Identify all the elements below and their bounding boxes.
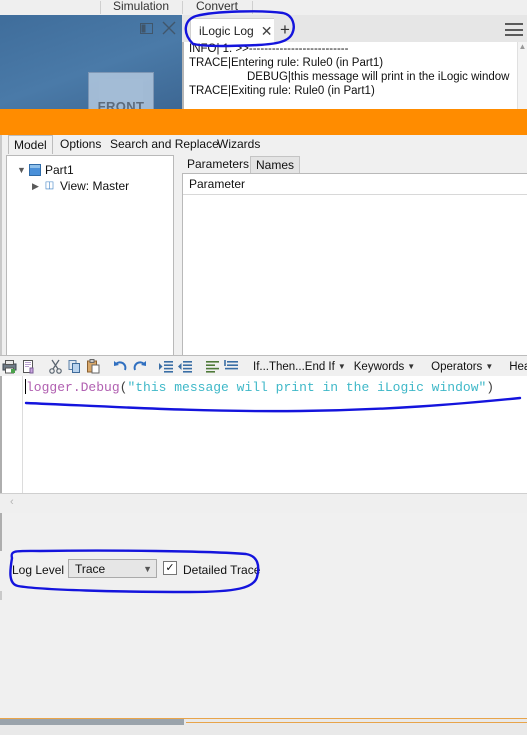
indent-icon[interactable] <box>158 358 175 375</box>
chevron-down-icon[interactable]: ▼ <box>143 564 152 574</box>
hamburger-menu-icon[interactable] <box>505 23 523 36</box>
chevron-down-icon[interactable]: ▼ <box>407 362 415 371</box>
log-level-label: Log Level <box>12 563 64 577</box>
scroll-up-arrow[interactable]: ▲ <box>518 42 527 52</box>
dialog-tab-strip: Model Options Search and Replace Wizards <box>0 135 527 154</box>
tree-item-label: Part1 <box>45 163 74 177</box>
editor-gutter <box>2 376 23 493</box>
split-view-icon[interactable] <box>140 22 153 38</box>
detailed-trace-label: Detailed Trace <box>183 563 260 577</box>
cut-icon[interactable] <box>47 358 64 375</box>
if-then-end-if-button[interactable]: If...Then...End If ▼ <box>249 361 350 373</box>
ribbon-tab-strip: Simulation Convert <box>0 0 527 15</box>
bottom-strip-right <box>186 722 527 723</box>
log-line: TRACE|Exiting rule: Rule0 (in Part1) <box>184 84 527 98</box>
tab-options[interactable]: Options <box>55 136 106 154</box>
keywords-button[interactable]: Keywords ▼ <box>350 361 419 373</box>
log-level-dropdown[interactable]: Trace ▼ <box>68 559 157 578</box>
header-label: Header... <box>509 361 527 373</box>
bottom-strip <box>0 719 527 735</box>
tree-item-part1[interactable]: ▼ Part1 <box>7 162 173 178</box>
chevron-down-icon[interactable]: ▼ <box>485 362 493 371</box>
tab-wizards[interactable]: Wizards <box>212 136 265 154</box>
editor-toolbar: If...Then...End If ▼ Keywords ▼ Operator… <box>0 355 527 378</box>
redo-icon[interactable] <box>131 358 148 375</box>
orange-banner <box>0 109 527 135</box>
tab-ilogic-log[interactable]: iLogic Log ✕ <box>190 18 279 44</box>
screenshot-root: Simulation Convert FRONT iLogic Log ✕ + <box>0 0 527 600</box>
rule-code-editor[interactable]: logger.Debug("this message will print in… <box>0 376 527 493</box>
log-line: DEBUG|this message will print in the iLo… <box>184 70 527 84</box>
tab-search-and-replace[interactable]: Search and Replace <box>105 136 224 154</box>
code-line[interactable]: logger.Debug("this message will print in… <box>26 379 494 396</box>
if-then-end-if-label: If...Then...End If <box>253 361 335 373</box>
editor-horizontal-scrollbar[interactable]: ‹ <box>0 493 527 514</box>
print-icon[interactable] <box>1 358 18 375</box>
operators-label: Operators <box>431 361 482 373</box>
ribbon-tab-convert[interactable]: Convert <box>186 0 248 15</box>
outdent-icon[interactable] <box>177 358 194 375</box>
align-block-icon[interactable] <box>223 358 240 375</box>
tab-model[interactable]: Model <box>8 135 53 154</box>
align-left-icon[interactable] <box>204 358 221 375</box>
code-close-paren: ) <box>486 380 494 395</box>
editor-lower-area <box>0 513 527 551</box>
close-icon[interactable] <box>162 21 176 38</box>
chevron-right-icon[interactable]: ▶ <box>29 181 42 192</box>
chevron-down-icon[interactable]: ▼ <box>15 165 28 175</box>
copy-icon[interactable] <box>66 358 83 375</box>
log-output: INFO| 1: >>-------------------------- TR… <box>182 42 527 109</box>
model-viewport[interactable]: FRONT <box>0 15 182 109</box>
log-panel-header: iLogic Log ✕ + <box>182 15 527 43</box>
log-level-value: Trace <box>75 562 105 576</box>
keywords-label: Keywords <box>354 361 405 373</box>
log-line: INFO| 1: >>-------------------------- <box>184 42 527 56</box>
tab-names[interactable]: Names <box>250 156 300 174</box>
part-cube-icon <box>28 164 41 176</box>
header-button[interactable]: Header... <box>505 361 527 373</box>
log-level-bar: Log Level Trace ▼ ✓ Detailed Trace <box>0 551 527 591</box>
scroll-left-arrow[interactable]: ‹ <box>10 496 14 508</box>
log-line: TRACE|Entering rule: Rule0 (in Part1) <box>184 56 527 70</box>
chevron-down-icon[interactable]: ▼ <box>338 362 346 371</box>
ribbon-tab-simulation[interactable]: Simulation <box>103 0 179 15</box>
parameter-tab-strip: Parameters Names <box>180 155 527 173</box>
bottom-strip-left <box>0 719 184 725</box>
plus-icon[interactable]: + <box>274 18 296 42</box>
close-icon[interactable]: ✕ <box>261 24 273 38</box>
ilogic-log-panel: iLogic Log ✕ + INFO| 1: >>--------------… <box>182 15 527 109</box>
print-preview-icon[interactable] <box>20 358 37 375</box>
operators-button[interactable]: Operators ▼ <box>427 361 497 373</box>
code-object: logger <box>26 380 73 395</box>
tab-ilogic-log-label: iLogic Log <box>199 19 254 43</box>
code-string: "this message will print in the iLogic w… <box>127 380 486 395</box>
view-icon: ◫ <box>42 180 57 192</box>
code-member: .Debug <box>73 380 120 395</box>
paste-icon[interactable] <box>85 358 102 375</box>
log-vertical-scrollbar[interactable]: ▲ <box>517 42 527 109</box>
tree-item-label: View: Master <box>60 179 129 193</box>
tree-item-view-master[interactable]: ▶ ◫ View: Master <box>7 178 173 194</box>
viewport-icons <box>140 21 176 38</box>
ilogic-rule-editor-dialog: Model Options Search and Replace Wizards… <box>0 135 527 600</box>
view-cube-face <box>99 79 143 101</box>
detailed-trace-checkbox[interactable]: ✓ <box>163 561 177 575</box>
tab-parameters[interactable]: Parameters <box>182 156 254 173</box>
parameters-column-header: Parameter <box>183 174 527 195</box>
undo-icon[interactable] <box>112 358 129 375</box>
